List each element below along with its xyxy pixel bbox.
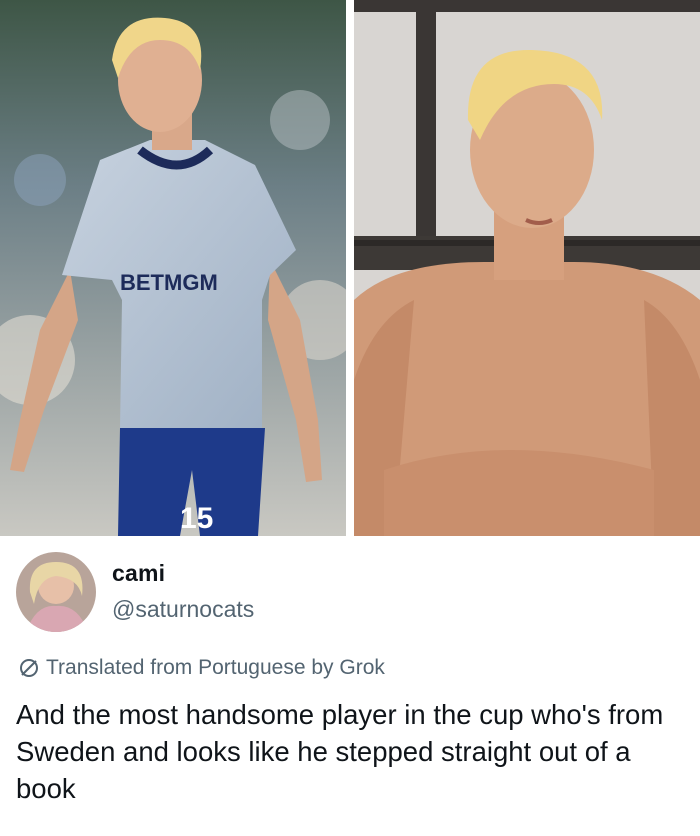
globe-slash-icon — [18, 657, 40, 679]
photo-collage: BETMGM 15 — [0, 0, 700, 536]
jersey-sponsor: BETMGM — [120, 270, 218, 295]
footballer-image: BETMGM 15 — [0, 0, 346, 536]
translation-note-label: Translated from Portuguese by Grok — [46, 656, 385, 679]
tweet-text: And the most handsome player in the cup … — [16, 699, 664, 804]
footballer-photo[interactable]: BETMGM 15 — [0, 0, 346, 536]
avatar-image — [16, 552, 96, 632]
portrait-photo[interactable] — [354, 0, 700, 536]
translation-note[interactable]: Translated from Portuguese by Grok — [18, 656, 385, 680]
tweet-card: cami @saturnocats Translated from Portug… — [0, 536, 700, 836]
display-name[interactable]: cami — [112, 560, 165, 587]
avatar[interactable] — [16, 552, 96, 632]
user-handle[interactable]: @saturnocats — [112, 596, 254, 623]
portrait-image — [354, 0, 700, 536]
shorts-number: 15 — [180, 502, 213, 535]
